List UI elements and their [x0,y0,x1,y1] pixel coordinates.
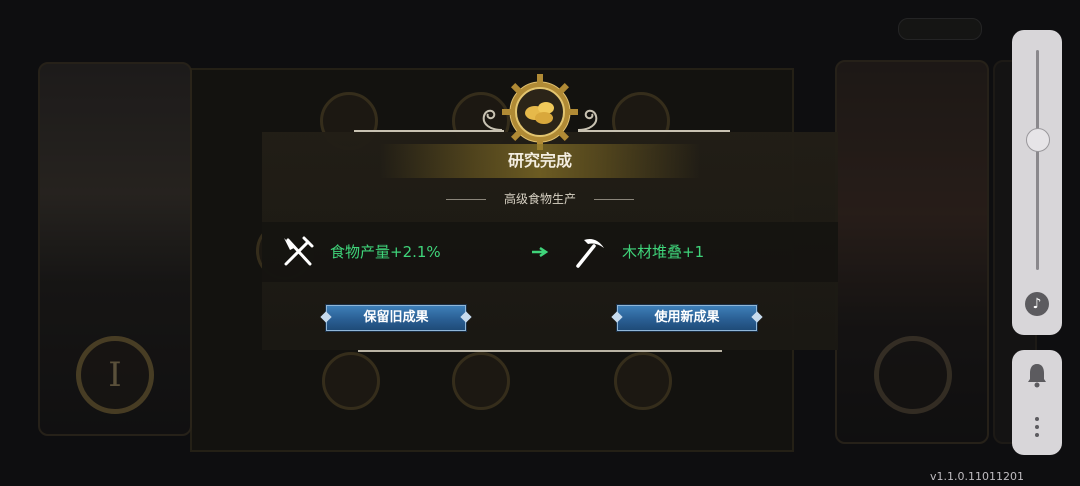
tech-node [452,352,510,410]
locked-gauge [874,336,952,414]
scroll-ornament-left-icon [482,109,503,131]
tech-node [322,352,380,410]
research-name: 高级食物生产 [503,192,576,206]
research-gear-icon [502,74,578,150]
bell-icon[interactable] [1025,362,1049,388]
arrow-right-icon [532,246,549,258]
resource-counter [898,18,982,40]
left-level-gauge: I [76,336,154,414]
fork-knife-icon [284,236,314,266]
version-label: v1.1.0.11011201 [930,470,1024,483]
keep-old-result-button[interactable]: 保留旧成果 [326,305,466,331]
volume-slider-track[interactable] [1036,50,1039,270]
more-options-icon[interactable] [1033,415,1041,439]
old-result-text: 食物产量+2.1% [330,243,441,261]
new-result-text: 木材堆叠+1 [622,243,705,261]
use-new-result-button[interactable]: 使用新成果 [617,305,757,331]
music-note-icon[interactable]: ♪ [1025,292,1049,316]
dialog-title: 研究完成 [507,151,572,170]
volume-slider-knob[interactable] [1026,128,1050,152]
scroll-ornament-right-icon [577,109,598,131]
tech-node [614,352,672,410]
dialog-bottom-line [358,350,722,352]
pickaxe-icon [576,239,604,268]
